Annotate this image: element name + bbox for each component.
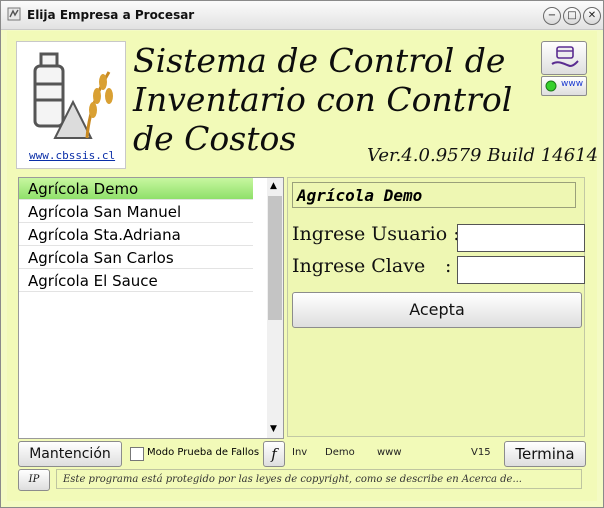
title-bar: Elija Empresa a Procesar − □ ✕ [1, 1, 603, 30]
company-list-item[interactable]: Agrícola San Manuel [19, 201, 253, 223]
minimize-button[interactable]: − [543, 7, 561, 25]
website-link[interactable]: www.cbssis.cl [29, 149, 115, 162]
status-led-icon [545, 80, 557, 92]
maximize-button[interactable]: □ [563, 7, 581, 25]
password-colon: : [445, 255, 452, 277]
scroll-thumb[interactable] [268, 196, 282, 320]
maintenance-button[interactable]: Mantención [18, 441, 122, 467]
status-db: Demo [325, 447, 355, 458]
ip-button[interactable]: IP [18, 469, 50, 491]
user-label: Ingrese Usuario : [292, 223, 460, 245]
formula-button[interactable]: f [263, 441, 285, 467]
footer-bar: IP Este programa está protegido por las … [18, 467, 584, 491]
terminate-button[interactable]: Termina [504, 441, 586, 467]
payment-button[interactable] [541, 41, 587, 75]
scroll-up-icon[interactable]: ▲ [270, 181, 277, 191]
status-www: www [377, 447, 402, 458]
status-version: V15 [471, 447, 491, 458]
application-window: Elija Empresa a Procesar − □ ✕ www.cbssi… [0, 0, 604, 508]
copyright-notice: Este programa está protegido por las ley… [56, 469, 582, 489]
fault-mode-checkbox[interactable] [130, 447, 144, 461]
list-scrollbar[interactable]: ▲ ▼ [267, 178, 283, 438]
version-label: Ver.4.0.9579 Build 14614 [367, 145, 599, 166]
accept-button[interactable]: Acepta [292, 292, 582, 328]
company-list-item[interactable]: Agrícola Sta.Adriana [19, 224, 253, 246]
www-status-button[interactable]: www [541, 76, 587, 96]
user-input[interactable] [457, 224, 585, 252]
www-label: www [561, 79, 584, 89]
selected-company-title: Agrícola Demo [292, 182, 576, 208]
bottle-wheat-icon [33, 52, 113, 139]
window-title: Elija Empresa a Procesar [27, 8, 195, 22]
status-inv: Inv [292, 447, 308, 458]
password-label: Ingrese Clave [292, 255, 426, 277]
payment-hand-icon [551, 46, 579, 68]
login-panel: Agrícola Demo Ingrese Usuario : Ingrese … [287, 177, 585, 437]
scroll-down-icon[interactable]: ▼ [270, 424, 277, 434]
company-list[interactable]: Agrícola Demo Agrícola San Manuel Agrícola… [18, 177, 284, 439]
company-list-item[interactable]: Agrícola El Sauce [19, 270, 253, 292]
close-button[interactable]: ✕ [583, 7, 601, 25]
app-icon [7, 7, 21, 21]
company-list-item[interactable]: Agrícola San Carlos [19, 247, 253, 269]
company-list-item[interactable]: Agrícola Demo [19, 178, 253, 200]
password-input[interactable] [457, 256, 585, 284]
app-title: Sistema de Control de Inventario con Con… [133, 41, 513, 158]
fault-mode-label: Modo Prueba de Fallos [147, 447, 260, 458]
